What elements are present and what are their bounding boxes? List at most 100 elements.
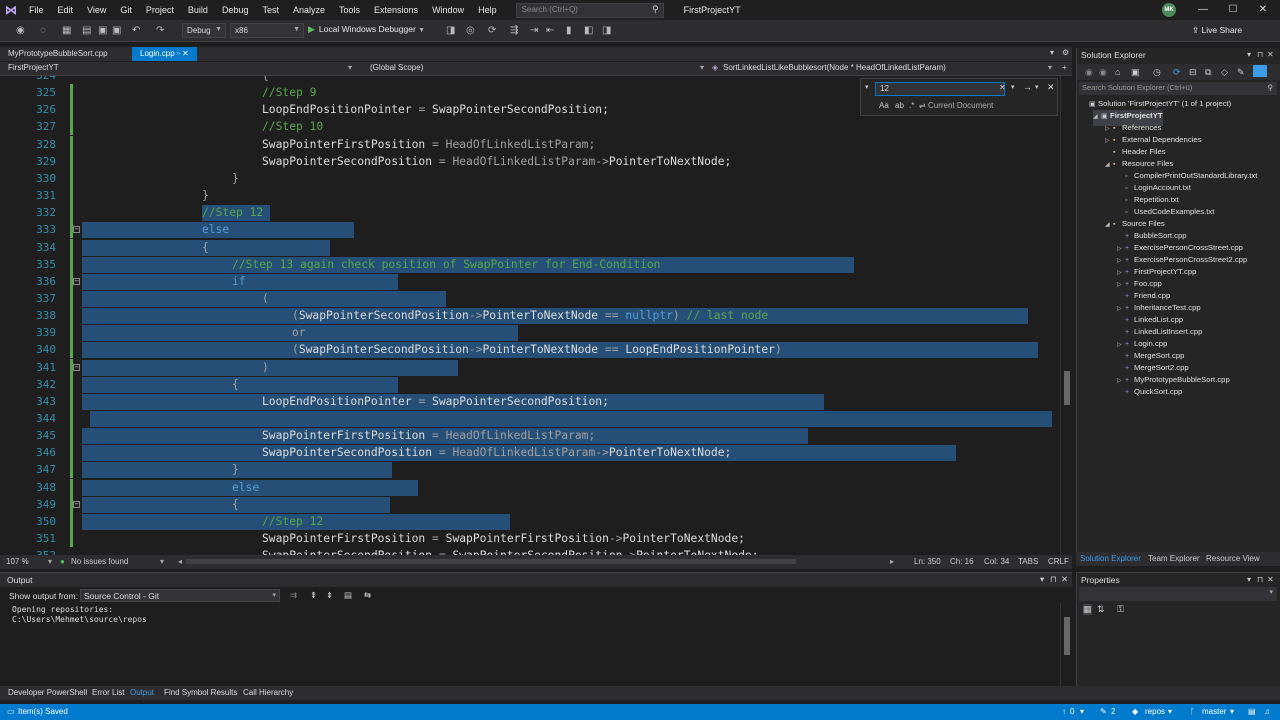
alphabetical-icon[interactable]: ⇅ [1097,604,1105,615]
menu-edit[interactable]: Edit [51,0,81,20]
collapse-all-icon[interactable]: ⊟ [1189,67,1197,78]
hot-reload-icon[interactable]: ⟳ [488,25,496,37]
panel-dropdown-icon[interactable]: ▾ [1247,50,1251,59]
live-share-button[interactable]: ⇪ Live Share [1192,25,1242,36]
tab-resource-view[interactable]: Resource View [1206,554,1260,563]
code-line[interactable]: 327 //Step 10 [0,118,1060,136]
next-message-icon[interactable]: ⇟ [326,590,333,601]
forward-icon[interactable]: ◉ [1099,67,1107,78]
code-line[interactable]: 337 ( [0,289,1060,307]
pending-changes-icon[interactable]: ◷ [1153,67,1161,78]
indent-icon[interactable]: ⇥ [530,25,538,37]
pencil-icon[interactable]: ✎ [1100,707,1107,716]
forward-icon[interactable]: ◌ [40,25,46,37]
step-icon[interactable]: ⇶ [510,25,518,37]
maximize-button[interactable]: ☐ [1218,0,1248,20]
settings-icon[interactable]: ⚙ [1062,48,1069,57]
collapse-icon[interactable]: − [73,363,80,371]
repository-name[interactable]: repos [1145,707,1165,716]
output-source-select[interactable]: Source Control - Git ▾ [80,589,280,602]
output-scrollbar[interactable] [1060,603,1072,687]
code-editor[interactable]: 324 {325 //Step 9 326 LoopEndPositionPointer… [0,76,1060,555]
code-line[interactable]: 328 SwapPointerFirstPosition = HeadOfLink… [0,135,1060,153]
clear-icon[interactable]: ✕ [999,83,1006,92]
function-dropdown[interactable]: SortLinkedListLikeBubblesort(Node * Head… [723,63,946,72]
find-next-icon[interactable]: → [1023,82,1032,92]
regex-icon[interactable]: .* [909,101,914,110]
expand-replace-icon[interactable]: ▾ [865,83,869,91]
panel-dropdown-icon[interactable]: ▾ [1247,575,1251,584]
menu-window[interactable]: Window [425,0,471,20]
save-all-icon[interactable]: ▣ [112,25,121,37]
start-debugging-button[interactable]: ▶ Local Windows Debugger ▼ [308,24,425,35]
property-pages-icon[interactable]: ⚿ [1117,604,1124,615]
preview-icon[interactable] [1253,65,1267,77]
expand-toggle-icon[interactable]: ◢ [1105,219,1113,231]
menu-help[interactable]: Help [471,0,504,20]
code-line[interactable]: 332 //Step 12 [0,204,1060,222]
project-dropdown[interactable]: FirstProjectYT [8,63,59,72]
scroll-right-icon[interactable]: ▸ [890,557,894,566]
editor-vertical-scrollbar[interactable] [1060,76,1072,555]
browser-icon[interactable]: ◨ [446,25,455,37]
prev-message-icon[interactable]: ⇞ [310,590,317,601]
menu-debug[interactable]: Debug [215,0,256,20]
back-icon[interactable]: ◉ [16,25,25,37]
pin-icon[interactable]: ⊓ [1257,50,1263,59]
clear-all-icon[interactable]: ▤ [344,590,352,601]
platform-select[interactable]: x86 ▼ [230,23,304,38]
tab-login-cpp[interactable]: Login.cpp ▫ ✕ [132,47,197,61]
split-icon[interactable]: + [1062,63,1067,72]
tab-call-hierarchy[interactable]: Call Hierarchy [243,688,293,697]
code-line[interactable]: 344 [0,410,1060,427]
new-project-icon[interactable]: ▦ [62,25,71,37]
code-line[interactable]: 351 SwapPointerFirstPosition = SwapPointe… [0,530,1060,548]
avatar[interactable]: MK [1162,3,1176,17]
branch-name[interactable]: master [1202,707,1226,716]
close-panel-icon[interactable]: ✕ [1061,574,1068,585]
minimize-button[interactable]: — [1188,0,1218,20]
code-line[interactable]: 329 SwapPointerSecondPosition = HeadOfLin… [0,152,1060,170]
expand-toggle-icon[interactable]: ◢ [1105,159,1113,171]
code-line[interactable]: 339 or [0,324,1060,342]
scope-dropdown[interactable]: (Global Scope) [370,63,423,72]
collapse-icon[interactable]: − [73,226,80,234]
sync-icon[interactable]: ⟳ [1173,67,1181,78]
code-line[interactable]: 340 (SwapPointerSecondPosition->PointerTo… [0,341,1060,359]
save-icon[interactable]: ▣ [98,25,107,37]
scrollbar-thumb[interactable] [1064,371,1070,405]
code-line[interactable]: 345 SwapPointerFirstPosition = HeadOfLink… [0,427,1060,445]
menu-tools[interactable]: Tools [332,0,367,20]
bookmark-next-icon[interactable]: ◨ [602,25,611,37]
camera-icon[interactable]: ◎ [466,25,475,37]
code-view-icon[interactable]: ◇ [1221,67,1228,78]
close-panel-icon[interactable]: ✕ [1267,575,1274,584]
search-input[interactable]: Search (Ctrl+Q) ⚲ [515,2,664,18]
repo-icon[interactable]: ◆ [1132,707,1138,716]
close-button[interactable]: ✕ [1248,0,1278,20]
tab-output[interactable]: Output [130,688,154,697]
home-icon[interactable]: ⌂ [1115,67,1120,77]
tab-developer-powershell[interactable]: Developer PowerShell [8,688,87,697]
issues-dropdown-icon[interactable]: ▾ [160,557,164,566]
output-text[interactable]: Opening repositories: C:\Users\Mehmet\so… [12,605,147,625]
menu-view[interactable]: View [80,0,113,20]
tree-item[interactable]: + QuickSort.cpp [1117,386,1182,399]
code-line[interactable]: 343 LoopEndPositionPointer = SwapPointerS… [0,392,1060,410]
push-icon[interactable]: ↑ [1062,707,1066,716]
chevron-down-icon[interactable]: ▾ [1035,83,1039,91]
code-line[interactable]: 352 SwapPointerSecondPosition = SwapPoint… [0,547,1060,555]
switch-views-icon[interactable]: ▣ [1131,67,1140,78]
outdent-icon[interactable]: ⇤ [546,25,554,37]
code-line[interactable]: 348 else [0,478,1060,496]
code-line[interactable]: 331} [0,187,1060,205]
code-line[interactable]: 335 //Step 13 again check position of Swa… [0,255,1060,273]
menu-analyze[interactable]: Analyze [286,0,332,20]
tab-find-symbol-results[interactable]: Find Symbol Results [164,688,237,697]
pin-icon[interactable]: ▫ [177,49,180,58]
pin-icon[interactable]: ⊓ [1050,574,1057,585]
scrollbar-thumb[interactable] [1064,617,1070,655]
menu-test[interactable]: Test [255,0,286,20]
tab-error-list[interactable]: Error List [92,688,124,697]
code-line[interactable]: 334 { [0,238,1060,256]
